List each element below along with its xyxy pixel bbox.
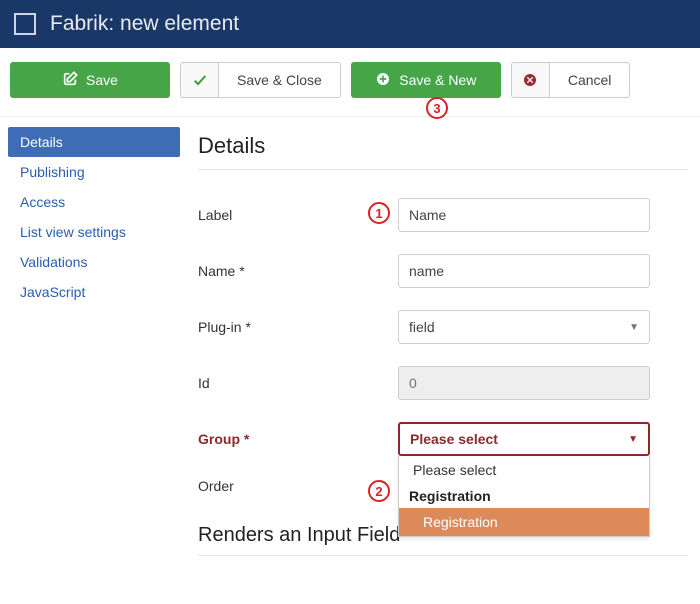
group-option-registration[interactable]: Registration bbox=[399, 508, 649, 536]
save-close-group: Save & Close bbox=[180, 62, 341, 98]
sidebar-nav: Details Publishing Access List view sett… bbox=[0, 127, 180, 588]
field-label-group: Group * bbox=[198, 431, 398, 447]
sidebar-item-details[interactable]: Details bbox=[8, 127, 180, 157]
name-input[interactable] bbox=[398, 254, 650, 288]
sidebar-item-list-view[interactable]: List view settings bbox=[8, 217, 180, 247]
group-option-placeholder[interactable]: Please select bbox=[399, 456, 649, 484]
cancel-label: Cancel bbox=[568, 72, 612, 88]
field-label-name: Name * bbox=[198, 263, 398, 279]
plugin-select-value: field bbox=[409, 319, 435, 335]
annotation-2: 2 bbox=[368, 480, 390, 502]
row-id: Id bbox=[198, 366, 688, 400]
row-label: Label 1 bbox=[198, 198, 688, 232]
app-header: Fabrik: new element bbox=[0, 0, 700, 48]
row-group: Group * Please select ▼ Please select Re… bbox=[198, 422, 688, 456]
group-select[interactable]: Please select ▼ bbox=[398, 422, 650, 456]
cancel-group: Cancel bbox=[511, 62, 631, 98]
main-panel: Details Label 1 Name * Plug-in * field ▼ bbox=[180, 127, 700, 588]
chevron-down-icon: ▼ bbox=[629, 322, 639, 333]
group-dropdown: Please select Registration Registration bbox=[398, 456, 650, 537]
check-icon bbox=[180, 62, 218, 98]
annotation-3: 3 bbox=[426, 97, 448, 119]
save-new-label: Save & New bbox=[399, 72, 476, 88]
chevron-down-icon: ▼ bbox=[628, 434, 638, 445]
group-select-value: Please select bbox=[410, 431, 498, 447]
annotation-1: 1 bbox=[368, 202, 390, 224]
plus-circle-icon bbox=[375, 71, 391, 90]
save-close-label: Save & Close bbox=[237, 72, 322, 88]
field-label-id: Id bbox=[198, 375, 398, 391]
sidebar-item-javascript[interactable]: JavaScript bbox=[8, 277, 180, 307]
cancel-button[interactable]: Cancel bbox=[549, 62, 631, 98]
app-logo-box bbox=[14, 13, 36, 35]
page-title: Fabrik: new element bbox=[50, 12, 239, 36]
group-optgroup: Registration bbox=[399, 484, 649, 508]
plugin-select[interactable]: field ▼ bbox=[398, 310, 650, 344]
save-label: Save bbox=[86, 72, 118, 88]
row-plugin: Plug-in * field ▼ bbox=[198, 310, 688, 344]
save-button[interactable]: Save bbox=[10, 62, 170, 98]
close-circle-icon bbox=[511, 62, 549, 98]
save-new-button[interactable]: Save & New bbox=[351, 62, 501, 98]
section-heading: Details bbox=[198, 133, 688, 159]
id-input bbox=[398, 366, 650, 400]
divider bbox=[198, 555, 688, 556]
row-name: Name * bbox=[198, 254, 688, 288]
field-label-plugin: Plug-in * bbox=[198, 319, 398, 335]
action-toolbar: Save Save & Close Save & New Cancel 3 bbox=[0, 48, 700, 117]
sidebar-item-publishing[interactable]: Publishing bbox=[8, 157, 180, 187]
sidebar-item-validations[interactable]: Validations bbox=[8, 247, 180, 277]
sidebar-item-access[interactable]: Access bbox=[8, 187, 180, 217]
divider bbox=[198, 169, 688, 170]
save-close-button[interactable]: Save & Close bbox=[218, 62, 341, 98]
label-input[interactable] bbox=[398, 198, 650, 232]
save-icon bbox=[62, 71, 78, 90]
